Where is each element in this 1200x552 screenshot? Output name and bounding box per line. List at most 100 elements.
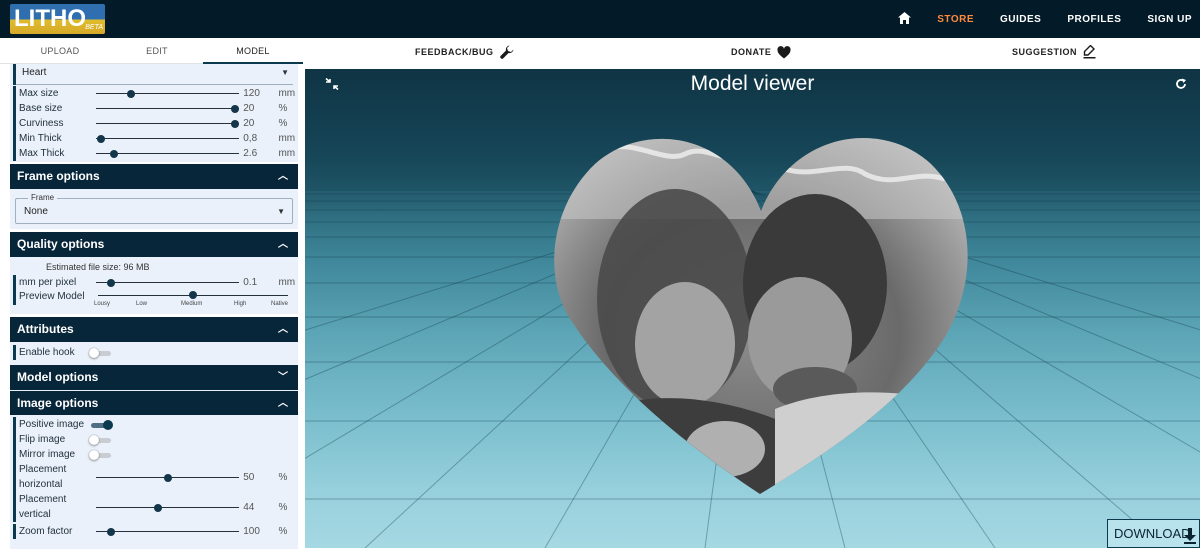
suggestion-button[interactable]: SUGGESTION xyxy=(1012,38,1096,66)
nav-store[interactable]: STORE xyxy=(937,14,974,25)
donate-button[interactable]: DONATE xyxy=(731,38,791,66)
base-size-slider[interactable] xyxy=(96,101,240,116)
placement-vertical-label-2: vertical xyxy=(19,509,51,520)
row-indicator xyxy=(13,345,16,360)
curviness-thumb[interactable] xyxy=(230,120,239,128)
curviness-row: Curviness 20 % xyxy=(10,116,298,131)
chevron-up-icon: ︿ xyxy=(278,239,288,250)
min-thick-thumb[interactable] xyxy=(96,135,105,143)
max-size-thumb[interactable] xyxy=(126,90,135,98)
tab-edit[interactable]: EDIT xyxy=(107,38,207,64)
max-thick-label: Max Thick xyxy=(19,148,65,159)
curviness-unit: % xyxy=(278,118,288,129)
model-options-header[interactable]: Model options ﹀ xyxy=(10,365,298,390)
preview-level-medium: Medium xyxy=(181,301,203,307)
frame-options-header[interactable]: Frame options ︿ xyxy=(10,164,298,189)
min-thick-slider[interactable] xyxy=(96,131,240,146)
max-size-slider[interactable] xyxy=(96,86,240,101)
shape-select-value: Heart xyxy=(22,67,47,78)
pen-icon xyxy=(1083,45,1096,59)
curviness-value: 20 xyxy=(243,118,255,129)
max-thick-thumb[interactable] xyxy=(109,150,118,158)
base-size-label: Base size xyxy=(19,103,63,114)
mm-per-pixel-thumb[interactable] xyxy=(106,279,115,287)
heart-icon xyxy=(777,45,791,59)
base-size-row: Base size 20 % xyxy=(10,101,298,116)
max-size-unit: mm xyxy=(278,88,296,99)
min-thick-value: 0,8 xyxy=(243,133,258,144)
heart-model[interactable] xyxy=(545,129,985,499)
positive-image-toggle[interactable] xyxy=(89,419,113,431)
chevron-down-icon: ﹀ xyxy=(278,372,288,383)
preview-model-thumb[interactable] xyxy=(189,291,197,299)
model-options-title: Model options xyxy=(17,370,99,384)
max-size-row: Max size 120 mm xyxy=(10,86,298,101)
mirror-image-toggle[interactable] xyxy=(89,449,113,461)
curviness-label: Curviness xyxy=(19,118,64,129)
flip-image-label: Flip image xyxy=(19,434,66,445)
placement-horizontal-slider[interactable] xyxy=(96,470,240,485)
collapse-icon[interactable] xyxy=(325,77,339,95)
shape-select[interactable]: Heart ▼ xyxy=(16,64,293,85)
row-indicator xyxy=(13,447,16,462)
wrench-icon xyxy=(499,45,514,59)
row-indicator xyxy=(13,432,16,447)
placement-horizontal-unit: % xyxy=(278,471,288,483)
row-indicator xyxy=(13,116,16,131)
attributes-header[interactable]: Attributes ︿ xyxy=(10,317,298,342)
placement-horizontal-thumb[interactable] xyxy=(163,473,172,482)
home-icon[interactable] xyxy=(898,11,912,27)
brand-badge: BETA xyxy=(85,24,103,31)
nav-guides[interactable]: GUIDES xyxy=(1000,14,1041,25)
preview-model-stepper[interactable]: Lousy Low Medium High Native xyxy=(94,290,292,310)
max-size-value: 120 xyxy=(243,88,260,99)
row-indicator xyxy=(13,462,16,492)
row-indicator xyxy=(13,492,16,522)
tab-upload[interactable]: UPLOAD xyxy=(10,38,110,64)
quality-options-header[interactable]: Quality options ︿ xyxy=(10,232,298,257)
max-thick-value: 2.6 xyxy=(243,148,258,159)
frame-select-value: None xyxy=(24,206,48,217)
brand-logo[interactable]: LITHO BETA xyxy=(10,4,105,34)
placement-vertical-value: 44 xyxy=(243,501,255,513)
refresh-icon[interactable] xyxy=(1175,77,1187,95)
brand-name: LITHO xyxy=(14,5,86,32)
enable-hook-toggle[interactable] xyxy=(89,347,113,359)
mm-per-pixel-slider[interactable] xyxy=(96,275,240,290)
zoom-factor-slider[interactable] xyxy=(96,524,240,539)
row-indicator xyxy=(13,146,16,161)
base-size-thumb[interactable] xyxy=(230,105,239,113)
image-options-header[interactable]: Image options ︿ xyxy=(10,390,298,415)
model-viewer[interactable]: Model viewer DOWNLOAD xyxy=(305,69,1200,548)
mm-per-pixel-row: mm per pixel 0.1 mm xyxy=(10,275,298,290)
enable-hook-row: Enable hook xyxy=(10,345,298,360)
mirror-image-row: Mirror image xyxy=(10,447,298,462)
frame-select[interactable]: Frame None ▼ xyxy=(15,193,293,224)
placement-horizontal-row: Placement horizontal 50 % xyxy=(10,462,298,492)
placement-vertical-thumb[interactable] xyxy=(153,503,162,512)
placement-vertical-unit: % xyxy=(278,501,288,513)
flip-image-toggle[interactable] xyxy=(89,434,113,446)
download-button[interactable]: DOWNLOAD xyxy=(1107,519,1200,548)
placement-vertical-slider[interactable] xyxy=(96,500,240,515)
placement-vertical-label: Placement vertical xyxy=(19,492,87,522)
zoom-factor-unit: % xyxy=(278,526,288,537)
curviness-slider[interactable] xyxy=(96,116,240,131)
max-thick-slider[interactable] xyxy=(96,146,240,161)
zoom-factor-thumb[interactable] xyxy=(106,528,115,536)
suggestion-label: SUGGESTION xyxy=(1012,47,1078,57)
image-options-title: Image options xyxy=(17,396,99,410)
mm-per-pixel-label: mm per pixel xyxy=(19,277,77,288)
min-thick-label: Min Thick xyxy=(19,133,62,144)
mm-per-pixel-value: 0.1 xyxy=(243,277,258,288)
max-thick-row: Max Thick 2.6 mm xyxy=(10,146,298,161)
nav-sign-up[interactable]: SIGN UP xyxy=(1147,14,1192,25)
tab-model[interactable]: MODEL xyxy=(203,38,303,64)
feedback-button[interactable]: FEEDBACK/BUG xyxy=(415,38,514,66)
frame-options-body: Frame None ▼ xyxy=(10,189,298,229)
shape-settings: Max size 120 mm Base size 20 % Curviness… xyxy=(10,85,298,162)
base-size-unit: % xyxy=(278,103,288,114)
row-indicator xyxy=(13,417,16,432)
nav-profiles[interactable]: PROFILES xyxy=(1067,14,1121,25)
dropdown-arrow-icon: ▼ xyxy=(281,68,289,77)
